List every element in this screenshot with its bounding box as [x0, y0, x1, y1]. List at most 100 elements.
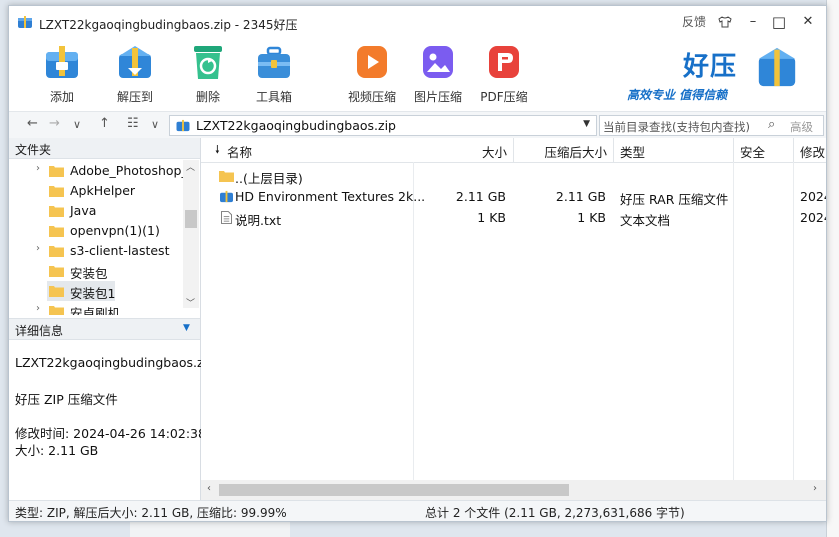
feedback-button[interactable]: 反馈 — [679, 12, 709, 32]
scroll-right-icon[interactable]: › — [813, 483, 817, 494]
detail-size: 大小: 2.11 GB — [15, 443, 99, 458]
search-placeholder: 当前目录查找(支持包内查找) — [603, 120, 750, 134]
expand-chevron-icon[interactable]: › — [36, 163, 40, 174]
tree-item[interactable]: openvpn(1)(1) — [9, 221, 183, 241]
brand-slogan: 高效专业 值得信赖 — [627, 88, 728, 102]
forward-arrow-icon[interactable]: → — [49, 116, 60, 131]
sort-arrow-icon: 🠗 — [215, 143, 220, 156]
row-type: 好压 RAR 压缩文件 — [620, 192, 729, 207]
tree-item[interactable]: › 安卓刷机 — [9, 301, 183, 315]
row-size: 2.11 GB — [455, 189, 506, 204]
row-name: 说明.txt — [235, 213, 282, 228]
tree-item-selected[interactable]: 安装包1 — [47, 281, 115, 301]
row-name: ..(上层目录) — [235, 171, 303, 186]
history-chevron-down-icon[interactable]: ∨ — [73, 118, 81, 131]
table-row-parent[interactable]: ..(上层目录) — [201, 165, 826, 186]
app-logo-icon — [18, 16, 32, 28]
text-file-icon — [221, 211, 232, 224]
title-bar[interactable]: LZXT22kgaoqingbudingbaos.zip - 2345好压 反馈… — [9, 6, 826, 38]
path-dropdown-icon[interactable]: ▼ — [583, 119, 590, 129]
details-header[interactable]: 详细信息 ▼ — [9, 318, 200, 340]
horizontal-scrollbar[interactable]: ‹ › — [201, 480, 826, 500]
delete-label: 删除 — [195, 90, 220, 104]
folder-icon — [49, 306, 64, 315]
detail-type: 好压 ZIP 压缩文件 — [15, 392, 118, 407]
scroll-thumb[interactable] — [219, 484, 569, 496]
tree-item[interactable]: › Adobe_Photoshop_ — [9, 161, 188, 181]
video-compress-label: 视频压缩 — [347, 90, 396, 104]
toolbar: 添加 解压到 删除 工具箱 视频压缩 图片压缩 PDF压缩 好压 高效专业 值得… — [9, 38, 826, 111]
view-mode-icon[interactable]: ☷ — [127, 116, 139, 131]
column-header-security[interactable]: 安全 — [734, 138, 794, 163]
tree-scrollbar[interactable]: ︿ ﹀ — [183, 160, 199, 309]
table-row[interactable]: HD Environment Textures 2k... 2.11 GB 2.… — [201, 186, 826, 207]
brand-logo: 好压 高效专业 值得信赖 — [617, 44, 817, 106]
tree-item[interactable]: 安装包 — [9, 261, 183, 281]
brand-box-icon — [758, 47, 796, 87]
scroll-up-icon[interactable]: ︿ — [186, 160, 195, 173]
desktop-window-edge — [826, 0, 839, 537]
column-header-type[interactable]: 类型 — [614, 138, 734, 163]
scroll-left-icon[interactable]: ‹ — [207, 483, 211, 494]
scroll-down-icon[interactable]: ﹀ — [186, 296, 195, 309]
image-compress-label: 图片压缩 — [413, 90, 462, 104]
row-packed-size: 1 KB — [577, 210, 606, 225]
folder-icon — [49, 266, 64, 277]
folders-header: 文件夹 — [9, 138, 200, 159]
minimize-button[interactable]: – — [743, 12, 763, 32]
pdf-compress-icon — [489, 46, 519, 78]
extract-box-icon — [119, 46, 151, 78]
search-input[interactable]: 当前目录查找(支持包内查找) ⌕ 高级 — [599, 115, 824, 136]
toolbox-button[interactable]: 工具箱 — [241, 40, 301, 108]
main-window: LZXT22kgaoqingbudingbaos.zip - 2345好压 反馈… — [8, 5, 827, 522]
details-collapse-icon[interactable]: ▼ — [183, 323, 190, 333]
extract-to-label: 解压到 — [116, 90, 153, 104]
address-bar: ← → ∨ ↑ ☷ ∨ LZXT22kgaoqingbudingbaos.zip… — [9, 111, 826, 139]
column-header-name[interactable]: 🠗 名称 — [201, 138, 415, 163]
delete-button[interactable]: 删除 — [175, 40, 235, 108]
row-packed-size: 2.11 GB — [555, 189, 606, 204]
video-compress-button[interactable]: 视频压缩 — [339, 40, 399, 108]
expand-chevron-icon[interactable]: › — [36, 243, 40, 254]
brand-name: 好压 — [683, 52, 738, 82]
add-box-icon — [46, 46, 78, 78]
shirt-icon[interactable] — [715, 12, 735, 32]
advanced-search-button[interactable]: 高级 — [790, 119, 813, 135]
back-arrow-icon[interactable]: ← — [27, 116, 38, 131]
folder-icon — [49, 286, 64, 297]
add-button[interactable]: 添加 — [29, 40, 89, 108]
table-row[interactable]: 说明.txt 1 KB 1 KB 文本文档 2024- — [201, 207, 826, 228]
zip-archive-icon — [176, 119, 190, 132]
toolbox-icon — [258, 46, 290, 78]
column-header-modified[interactable]: 修改的 — [794, 138, 826, 163]
left-panel: 文件夹 › Adobe_Photoshop_ ApkHelper Java op… — [9, 138, 207, 500]
tree-item[interactable]: Java — [9, 201, 183, 221]
extract-to-button[interactable]: 解压到 — [102, 40, 162, 108]
row-size: 1 KB — [477, 210, 506, 225]
scroll-thumb[interactable] — [185, 210, 197, 228]
maximize-button[interactable]: □ — [769, 12, 789, 32]
row-name: HD Environment Textures 2k... — [235, 189, 426, 204]
status-archive-info: 类型: ZIP, 解压后大小: 2.11 GB, 压缩比: 99.99% — [15, 506, 287, 520]
image-compress-button[interactable]: 图片压缩 — [405, 40, 465, 108]
column-header-packed-size[interactable]: 压缩后大小 — [514, 138, 614, 163]
column-header-size[interactable]: 大小 — [414, 138, 514, 163]
folder-icon — [49, 226, 64, 237]
expand-chevron-icon[interactable]: › — [36, 303, 40, 314]
add-label: 添加 — [49, 90, 74, 104]
folder-icon — [49, 186, 64, 197]
tree-item[interactable]: ApkHelper — [9, 181, 183, 201]
row-modified: 2024- — [800, 210, 826, 225]
toolbox-label: 工具箱 — [255, 90, 292, 104]
path-text: LZXT22kgaoqingbudingbaos.zip — [196, 118, 396, 133]
pdf-compress-button[interactable]: PDF压缩 — [471, 40, 531, 108]
view-mode-chevron-down-icon[interactable]: ∨ — [151, 118, 159, 131]
file-list: 🠗 名称 大小 压缩后大小 类型 安全 修改的 ..(上层目录) H — [201, 138, 826, 500]
path-field[interactable]: LZXT22kgaoqingbudingbaos.zip ▼ — [169, 115, 597, 136]
close-button[interactable]: ✕ — [798, 12, 818, 32]
search-icon[interactable]: ⌕ — [768, 117, 775, 132]
video-compress-icon — [357, 46, 387, 78]
folder-icon — [49, 166, 64, 177]
tree-item[interactable]: › s3-client-lastest — [9, 241, 183, 261]
up-arrow-icon[interactable]: ↑ — [99, 116, 110, 131]
